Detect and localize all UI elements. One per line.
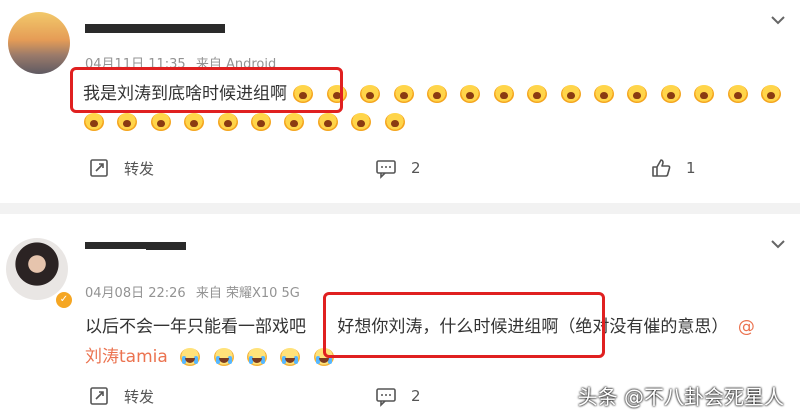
emoji-icon: [183, 112, 205, 132]
mention-at[interactable]: @: [738, 317, 755, 337]
chevron-down-icon[interactable]: [768, 234, 788, 254]
emoji-icon: [246, 347, 268, 367]
emoji-icon: [493, 84, 515, 104]
post-content-line-2: [83, 112, 412, 132]
emoji-icon: [213, 347, 235, 367]
post-meta: 04月08日 22:26 来自 荣耀X10 5G: [85, 282, 300, 301]
username-redacted[interactable]: [146, 242, 186, 250]
emoji-icon: [426, 84, 448, 104]
emoji-icon: [217, 112, 239, 132]
repost-icon: [90, 159, 108, 177]
emoji-icon: [279, 347, 301, 367]
emoji-icon: [727, 84, 749, 104]
comment-icon: [376, 160, 396, 179]
verified-icon: ✓: [54, 290, 74, 310]
emoji-icon: [593, 84, 615, 104]
like-button[interactable]: 1: [650, 157, 696, 179]
comment-count: 2: [411, 159, 421, 177]
repost-icon: [90, 387, 108, 405]
repost-label: 转发: [124, 159, 155, 178]
repost-button[interactable]: 转发: [88, 385, 154, 407]
emoji-icon: [317, 112, 339, 132]
source: 来自 荣耀X10 5G: [195, 286, 300, 301]
watermark: 头条 @不八卦会死星人: [577, 385, 784, 409]
post-content-line-2: 刘涛tamia: [85, 342, 341, 367]
emoji-icon: [150, 112, 172, 132]
avatar[interactable]: [8, 12, 70, 74]
emoji-icon: [116, 112, 138, 132]
timestamp: 04月08日 22:26: [85, 286, 186, 301]
emoji-icon: [283, 112, 305, 132]
emoji-icon: [626, 84, 648, 104]
emoji-icon: [560, 84, 582, 104]
highlight-box: [323, 292, 605, 358]
post-actions: 转发 2 1: [0, 157, 800, 187]
emoji-icon: [393, 84, 415, 104]
emoji-icon: [83, 112, 105, 132]
username-redacted[interactable]: [85, 24, 225, 33]
post-separator: [0, 203, 800, 214]
repost-label: 转发: [124, 387, 155, 406]
emoji-icon: [350, 112, 372, 132]
repost-button[interactable]: 转发: [88, 157, 154, 179]
comment-icon: [376, 388, 396, 407]
post-card-1: 04月11日 11:35 来自 Android 我是刘涛到底啥时候进组啊 转发 …: [0, 0, 800, 203]
comment-count: 2: [411, 387, 421, 405]
emoji-icon: [250, 112, 272, 132]
post-text: 以后不会一年只能看一部戏吧: [85, 317, 306, 337]
like-count: 1: [686, 159, 696, 177]
emoji-icon: [459, 84, 481, 104]
comment-button[interactable]: 2: [375, 385, 421, 407]
mention-link[interactable]: 刘涛tamia: [85, 347, 168, 367]
emoji-icon: [384, 112, 406, 132]
emoji-icon: [179, 347, 201, 367]
emoji-icon: [693, 84, 715, 104]
chevron-down-icon[interactable]: [768, 10, 788, 30]
comment-button[interactable]: 2: [375, 157, 421, 179]
emoji-icon: [760, 84, 782, 104]
emoji-icon: [359, 84, 381, 104]
highlight-box: [70, 67, 343, 113]
like-icon: [652, 159, 671, 177]
emoji-icon: [526, 84, 548, 104]
emoji-icon: [660, 84, 682, 104]
